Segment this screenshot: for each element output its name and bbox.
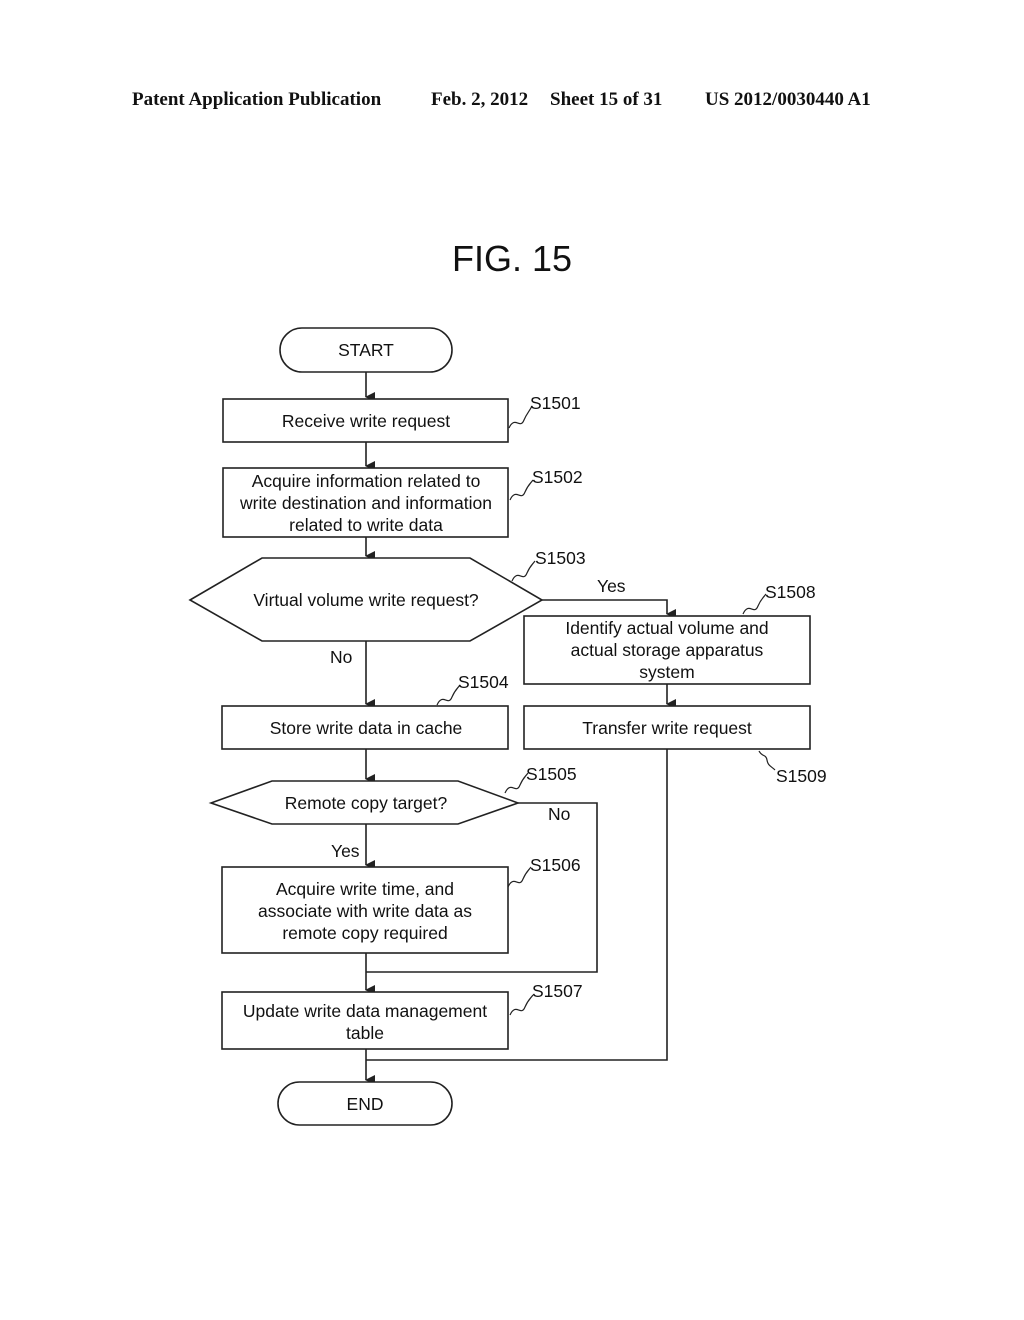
decision-s1505: Remote copy target? S1505 (208, 764, 577, 825)
s1503-no-label: No (330, 647, 352, 667)
start-label: START (338, 340, 394, 360)
step-s1506-line-2: associate with write data as (258, 901, 472, 921)
step-s1501-text: Receive write request (282, 411, 450, 431)
step-s1506: Acquire write time, and associate with w… (221, 855, 581, 954)
step-s1508: Identify actual volume and actual storag… (523, 582, 816, 685)
end-terminal: END (277, 1081, 453, 1126)
step-s1508-line-1: Identify actual volume and (565, 618, 768, 638)
step-s1506-id: S1506 (530, 855, 581, 875)
step-s1503-id: S1503 (535, 548, 586, 568)
step-s1501: Receive write request S1501 (222, 393, 581, 443)
step-s1508-line-2: actual storage apparatus (571, 640, 764, 660)
decision-s1505-text: Remote copy target? (285, 793, 448, 813)
callout-s1502 (509, 479, 534, 501)
step-s1504-text: Store write data in cache (270, 718, 463, 738)
callout-s1506 (507, 866, 532, 888)
flowchart: START Receive write request S1501 Acquir… (188, 327, 827, 1126)
step-s1507: Update write data management table S1507 (221, 981, 583, 1050)
callout-s1509 (758, 750, 776, 771)
step-s1502-line-2: write destination and information (239, 493, 492, 513)
callout-s1505 (504, 772, 529, 794)
step-s1504-id: S1504 (458, 672, 509, 692)
step-s1509-id: S1509 (776, 766, 827, 786)
step-s1505-id: S1505 (526, 764, 577, 784)
step-s1508-id: S1508 (765, 582, 816, 602)
step-s1507-line-2: table (346, 1023, 384, 1043)
step-s1509-text: Transfer write request (582, 718, 752, 738)
s1505-yes-label: Yes (331, 841, 360, 861)
callout-s1507 (509, 994, 534, 1016)
end-label: END (347, 1094, 384, 1114)
s1505-no-label: No (548, 804, 570, 824)
step-s1507-id: S1507 (532, 981, 583, 1001)
start-terminal: START (279, 327, 453, 373)
arrow-s1503-yes (542, 599, 676, 619)
callout-s1504 (436, 684, 461, 706)
step-s1502-line-3: related to write data (289, 515, 443, 535)
s1503-yes-label: Yes (597, 576, 626, 596)
callout-s1503 (511, 560, 536, 582)
step-s1502-id: S1502 (532, 467, 583, 487)
callout-s1508 (742, 593, 767, 615)
step-s1502: Acquire information related to write des… (222, 467, 583, 538)
step-s1502-line-1: Acquire information related to (252, 471, 481, 491)
step-s1508-line-3: system (639, 662, 694, 682)
decision-s1503-text: Virtual volume write request? (253, 590, 479, 610)
step-s1501-id: S1501 (530, 393, 581, 413)
step-s1506-line-1: Acquire write time, and (276, 879, 454, 899)
step-s1506-line-3: remote copy required (282, 923, 447, 943)
step-s1507-line-1: Update write data management (243, 1001, 487, 1021)
callout-s1501 (508, 405, 533, 429)
